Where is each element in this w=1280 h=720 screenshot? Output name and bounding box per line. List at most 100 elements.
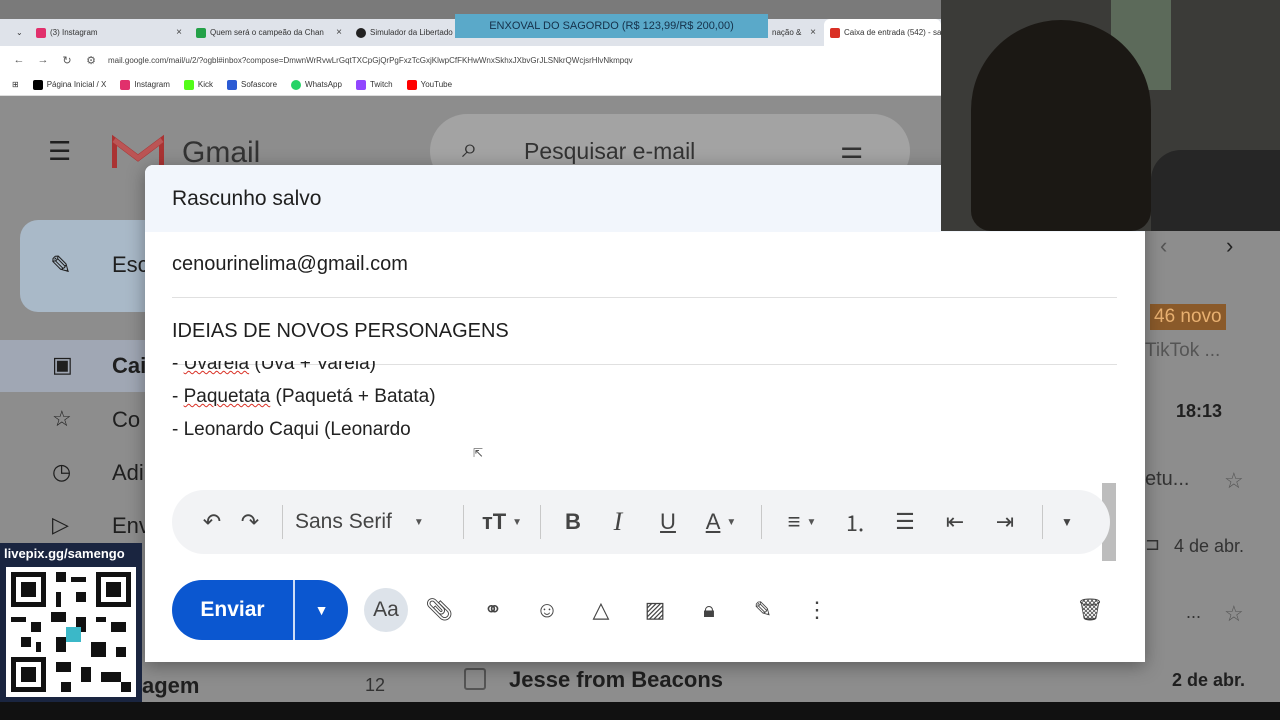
close-icon[interactable]: × bbox=[810, 27, 816, 38]
github-favicon-icon bbox=[356, 27, 366, 38]
bookmark-instagram[interactable]: Instagram bbox=[120, 79, 170, 90]
line-prefix: - bbox=[172, 419, 184, 440]
chevron-down-icon: ▼ bbox=[726, 516, 737, 528]
underline-icon[interactable]: U bbox=[643, 502, 693, 542]
site-info-icon[interactable]: ⚙ bbox=[84, 54, 98, 67]
nav-label-bottom[interactable]: agem bbox=[142, 673, 199, 699]
inbox-icon: ▣ bbox=[52, 352, 73, 377]
nav-starred[interactable]: Co bbox=[112, 407, 140, 433]
schedule-send-icon[interactable]: ▼ bbox=[295, 602, 348, 618]
toolbar-separator bbox=[282, 505, 283, 539]
indent-less-icon[interactable]: ⇤ bbox=[930, 502, 980, 542]
misspelled-word[interactable]: Paquetata bbox=[184, 386, 271, 407]
recipient-chip[interactable]: cenourinelima@gmail.com bbox=[172, 253, 408, 276]
toolbar-separator bbox=[540, 505, 541, 539]
misspelled-word[interactable]: Uvarela bbox=[184, 361, 249, 374]
discard-draft-icon[interactable]: 🗑︎ bbox=[1063, 588, 1117, 632]
italic-icon[interactable]: I bbox=[593, 502, 643, 542]
menu-icon[interactable]: ☰ bbox=[48, 136, 71, 167]
stream-goal-banner: ENXOVAL DO SAGORDO (R$ 123,99/R$ 200,00) bbox=[455, 14, 768, 38]
gmail-favicon-icon bbox=[830, 27, 840, 38]
x-icon bbox=[32, 79, 43, 90]
search-icon[interactable]: ⌕ bbox=[462, 132, 478, 165]
nav-snoozed[interactable]: Adi bbox=[112, 460, 144, 486]
line-text: Leonardo Caqui (Leonardo bbox=[183, 419, 411, 440]
email-snippet: etu... bbox=[1145, 468, 1190, 490]
donation-qr-overlay: livepix.gg/samengo bbox=[0, 543, 142, 702]
formatting-toolbar: ↶ ↷ Sans Serif ▼ тT ▼ B I U A ▼ ≡ ▼ ⒈ ☰ ⇤ ⇥ … bbox=[172, 490, 1110, 554]
text-size-icon[interactable]: тT ▼ bbox=[476, 502, 528, 542]
tab-label: nação & bbox=[772, 28, 802, 37]
category-snippet: TikTok ... bbox=[1145, 340, 1221, 361]
close-icon[interactable]: × bbox=[176, 27, 182, 38]
text-color-glyph: A bbox=[705, 509, 721, 534]
clock-icon: ◷ bbox=[52, 459, 72, 484]
search-input[interactable]: Pesquisar e-mail bbox=[524, 138, 695, 165]
forward-icon[interactable]: → bbox=[36, 54, 50, 66]
tab-other[interactable]: nação & × bbox=[766, 19, 822, 46]
body-line: - Paquetata (Paquetá + Batata) bbox=[172, 380, 1112, 413]
shirt bbox=[1151, 150, 1280, 231]
bulleted-list-icon[interactable]: ☰ bbox=[880, 502, 930, 542]
address-bar: ← → ↻ ⚙ mail.google.com/mail/u/2/?ogbl#i… bbox=[0, 46, 941, 74]
close-icon[interactable]: × bbox=[336, 27, 342, 38]
bookmark-twitch[interactable]: Twitch bbox=[355, 79, 393, 90]
next-page-icon[interactable]: › bbox=[1226, 233, 1233, 259]
bookmark-x[interactable]: Página Inicial / X bbox=[32, 79, 106, 90]
formatting-toggle-button[interactable]: Aa bbox=[364, 588, 408, 632]
signature-icon[interactable]: ✎ bbox=[736, 588, 790, 632]
tab-label: Simulador da Libertado bbox=[370, 28, 453, 37]
bookmark-kick[interactable]: Kick bbox=[183, 79, 213, 90]
tab-campeao[interactable]: Quem será o campeão da Chan × bbox=[190, 19, 348, 46]
line-rest: (Uva + Varela) bbox=[249, 361, 376, 374]
tab-simulador[interactable]: Simulador da Libertado bbox=[350, 19, 454, 46]
tab-instagram[interactable]: (3) Instagram × bbox=[30, 19, 188, 46]
star-icon[interactable]: ☆ bbox=[1224, 468, 1244, 494]
email-sender[interactable]: Jesse from Beacons bbox=[509, 667, 723, 693]
photo-icon[interactable]: ▨ bbox=[628, 588, 682, 632]
compose-title: Rascunho salvo bbox=[172, 187, 322, 210]
search-options-icon[interactable]: ⚌ bbox=[840, 134, 863, 165]
attach-icon[interactable]: 📎︎ bbox=[412, 588, 466, 632]
more-options-icon[interactable]: ⋮ bbox=[790, 588, 844, 632]
bookmark-sofascore[interactable]: Sofascore bbox=[227, 79, 278, 90]
subject-field[interactable]: IDEIAS DE NOVOS PERSONAGENS bbox=[172, 320, 509, 343]
indent-more-icon[interactable]: ⇥ bbox=[980, 502, 1030, 542]
back-icon[interactable]: ← bbox=[12, 54, 26, 66]
prev-page-icon[interactable]: ‹ bbox=[1160, 233, 1167, 259]
text-color-icon[interactable]: A ▼ bbox=[693, 502, 749, 542]
tab-gmail[interactable]: Caixa de entrada (542) - sa bbox=[824, 19, 941, 46]
mouse-cursor-icon: ⇱ bbox=[473, 446, 484, 460]
bookmark-youtube[interactable]: YouTube bbox=[406, 79, 452, 90]
apps-icon[interactable]: ⊞ bbox=[12, 80, 19, 89]
toolbar-separator bbox=[463, 505, 464, 539]
toolbar-separator bbox=[761, 505, 762, 539]
bookmark-label: Sofascore bbox=[241, 80, 278, 89]
message-body[interactable]: - Uvarela (Uva + Varela) - Paquetata (Pa… bbox=[172, 361, 1112, 457]
bookmark-whatsapp[interactable]: WhatsApp bbox=[291, 79, 342, 90]
star-icon[interactable]: ☆ bbox=[1224, 601, 1244, 627]
emoji-icon[interactable]: ☺ bbox=[520, 588, 574, 632]
reload-icon[interactable]: ↻ bbox=[60, 54, 74, 67]
tab-list-icon[interactable]: ⌄ bbox=[10, 19, 22, 46]
tab-label: Caixa de entrada (542) - sa bbox=[844, 28, 941, 37]
tab-label: (3) Instagram bbox=[50, 28, 98, 37]
drive-icon[interactable]: △ bbox=[574, 588, 628, 632]
link-icon[interactable]: ⚭ bbox=[466, 588, 520, 632]
bold-icon[interactable]: B bbox=[553, 502, 593, 542]
undo-icon[interactable]: ↶ bbox=[194, 502, 230, 542]
url-field[interactable]: mail.google.com/mail/u/2/?ogbl#inbox?com… bbox=[108, 56, 633, 65]
numbered-list-icon[interactable]: ⒈ bbox=[830, 502, 880, 542]
webcam-overlay bbox=[941, 0, 1280, 231]
redo-icon[interactable]: ↷ bbox=[230, 502, 270, 542]
sofascore-icon bbox=[227, 79, 237, 90]
row-checkbox[interactable] bbox=[464, 668, 486, 690]
compose-dialog: Rascunho salvo cenourinelima@gmail.com I… bbox=[145, 165, 1145, 662]
qr-label: livepix.gg/samengo bbox=[4, 546, 125, 561]
align-icon[interactable]: ≡ ▼ bbox=[774, 502, 830, 542]
font-select[interactable]: Sans Serif ▼ bbox=[295, 502, 451, 542]
nav-inbox[interactable]: Cai bbox=[112, 353, 146, 379]
confidential-mode-icon[interactable]: 🔒︎ bbox=[682, 588, 736, 632]
send-button[interactable]: Enviar bbox=[172, 598, 293, 622]
more-formatting-icon[interactable]: ▼ bbox=[1055, 502, 1079, 542]
